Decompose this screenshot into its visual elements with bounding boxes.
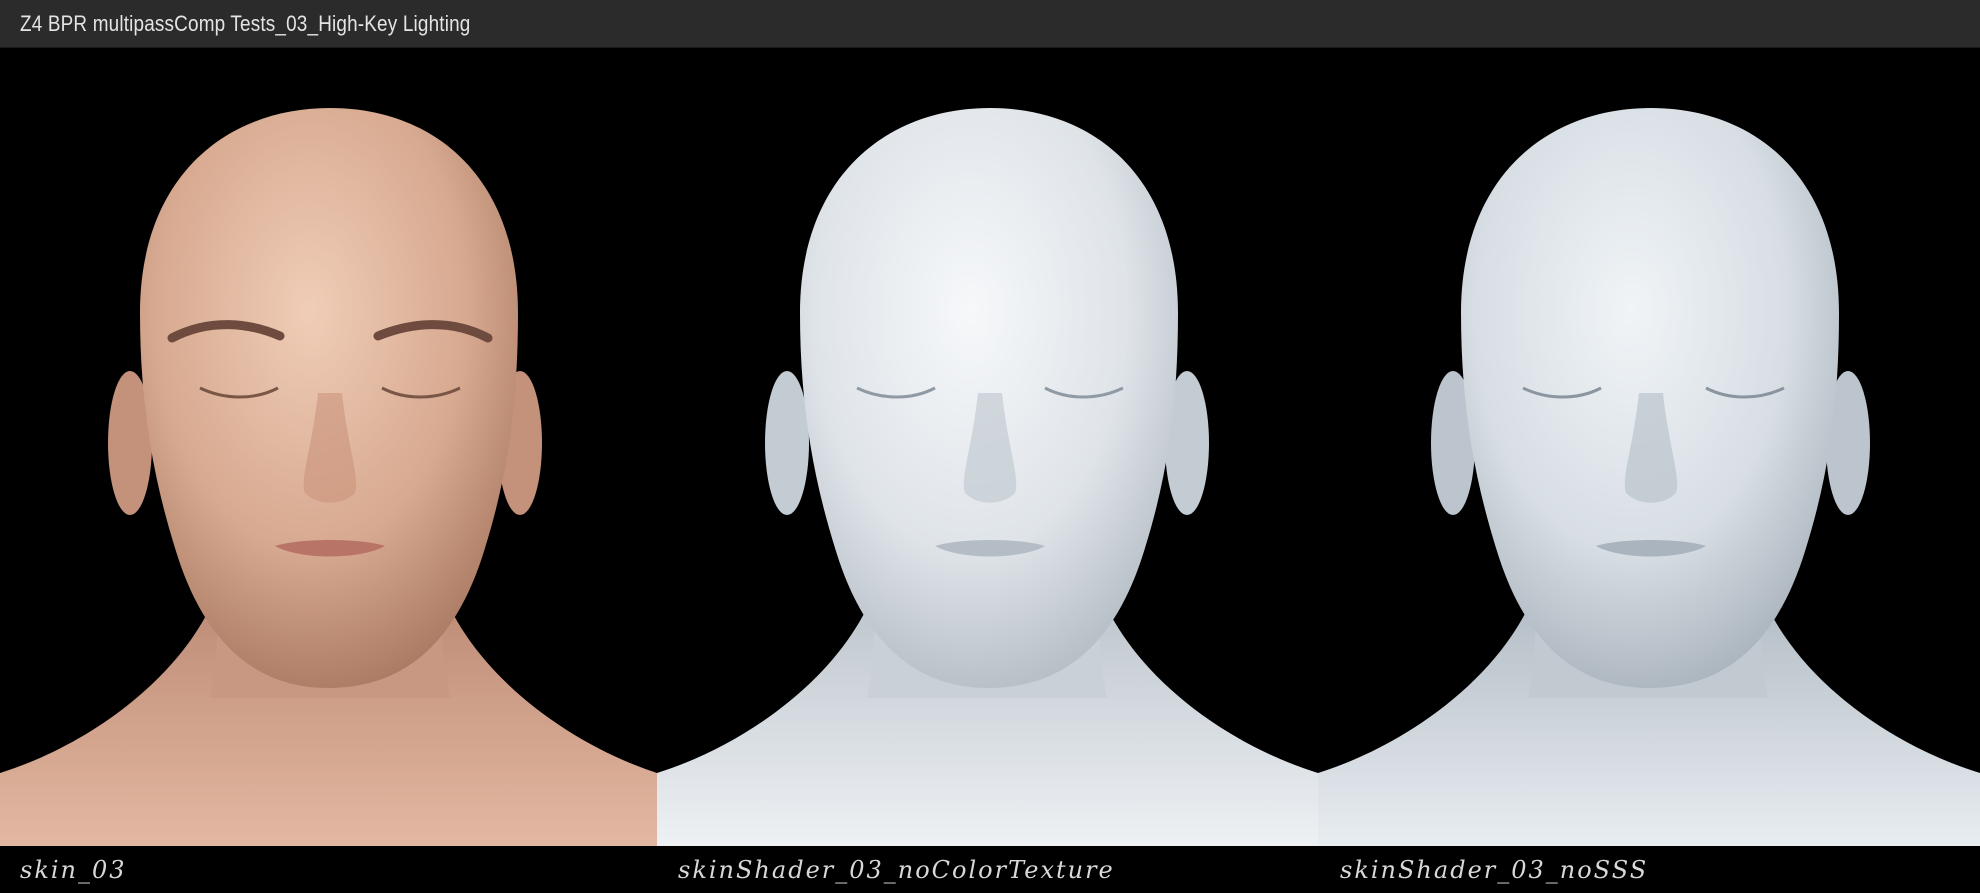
window-title: Z4 BPR multipassComp Tests_03_High-Key L… (20, 11, 471, 36)
head-render-nosss (1318, 108, 1980, 846)
render-panel-nocolortexture (657, 48, 1318, 846)
render-stage (0, 48, 1980, 846)
head-render-nocolortexture (657, 108, 1318, 846)
render-panel-nosss (1318, 48, 1980, 846)
head-render-skin (0, 108, 657, 846)
render-panel-skin (0, 48, 657, 846)
caption-nocolortexture: skinShader_03_noColorTexture (678, 856, 1115, 884)
caption-bar: skin_03 skinShader_03_noColorTexture ski… (0, 846, 1980, 893)
caption-nosss: skinShader_03_noSSS (1340, 856, 1649, 884)
caption-skin: skin_03 (20, 856, 127, 884)
title-bar: Z4 BPR multipassComp Tests_03_High-Key L… (0, 0, 1980, 48)
